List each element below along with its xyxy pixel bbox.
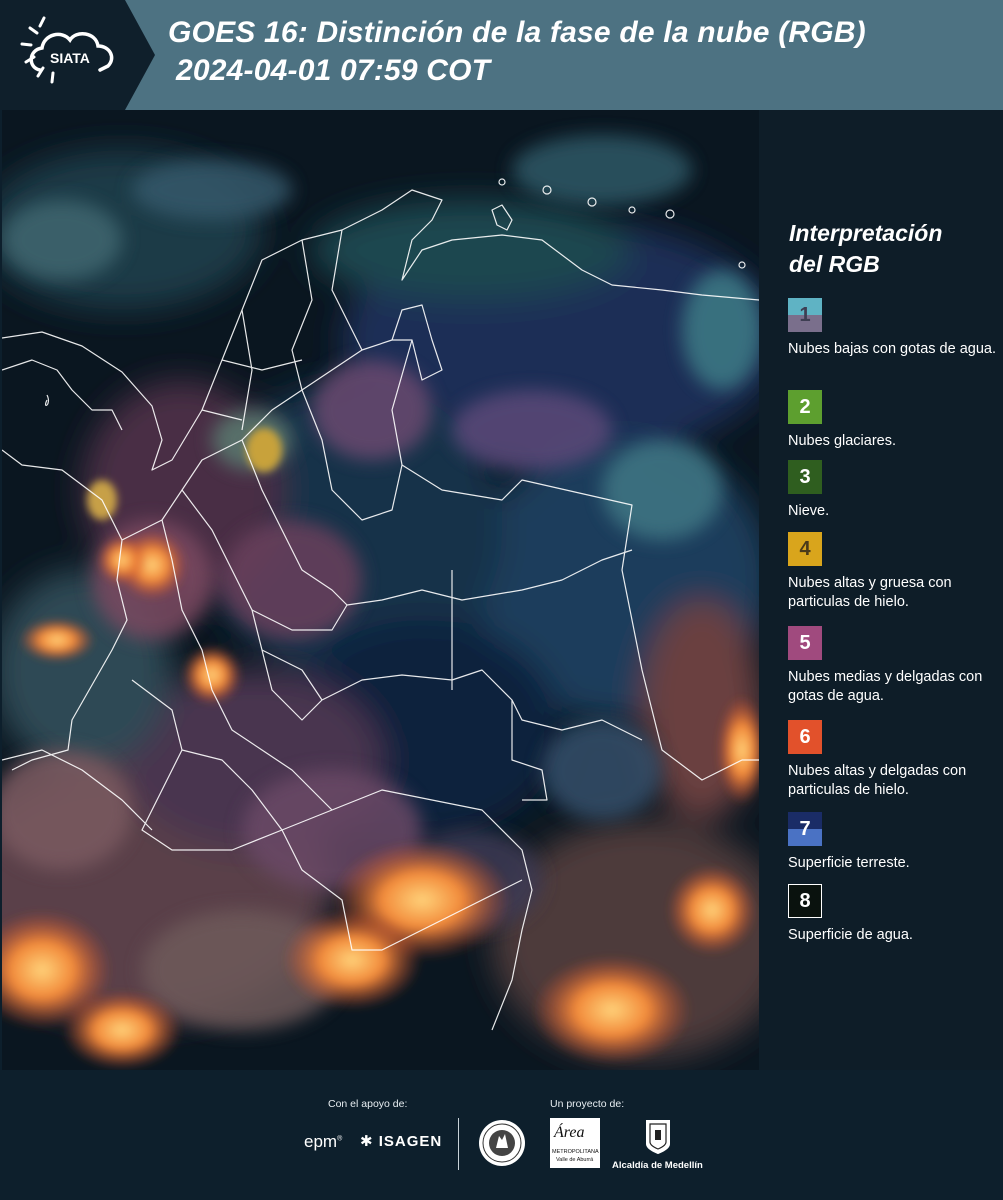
satellite-map	[2, 110, 759, 1070]
legend-label: Nubes bajas con gotas de agua.	[788, 341, 996, 357]
satellite-rgb-image	[2, 110, 759, 1070]
legend-item: 1 Nubes bajas con gotas de agua.	[788, 298, 998, 390]
legend-label: Nubes glaciares.	[788, 433, 896, 449]
legend-swatch-1: 1	[788, 298, 822, 332]
legend-swatch-7: 7	[788, 812, 822, 846]
legend-item: 2 Nubes glaciares.	[788, 390, 998, 460]
legend-item: 7 Superficie terreste.	[788, 812, 998, 884]
legend-number: 4	[799, 537, 811, 560]
footer: Con el apoyo de: Un proyecto de: epm® ✱ …	[0, 1070, 1003, 1200]
legend-item: 5 Nubes medias y delgadas con gotas de a…	[788, 626, 998, 720]
legend-swatch-3: 3	[788, 460, 822, 494]
alcaldia-shield-icon	[646, 1120, 670, 1154]
legend-number: 7	[799, 817, 811, 840]
siata-logo-icon: SIATA	[0, 0, 155, 110]
legend-label: Nubes altas y gruesa con particulas de h…	[788, 575, 952, 610]
legend-panel: Interpretación del RGB 1 Nubes bajas con…	[759, 110, 1003, 1070]
svg-text:SIATA: SIATA	[50, 50, 90, 66]
legend-title-line-2: del RGB	[789, 251, 880, 277]
legend-list: 1 Nubes bajas con gotas de agua. 2 Nubes…	[788, 298, 998, 954]
epm-logo: epm®	[304, 1132, 343, 1151]
title-line-1: GOES 16: Distinción de la fase de la nub…	[168, 16, 866, 49]
title-line-2: 2024-04-01 07:59 COT	[176, 54, 491, 87]
legend-label: Nieve.	[788, 503, 830, 519]
isagen-logo: ✱ ISAGEN	[360, 1132, 442, 1150]
legend-item: 6 Nubes altas y delgadas con particulas …	[788, 720, 998, 812]
legend-title-line-1: Interpretación	[789, 220, 943, 246]
page-title: GOES 16: Distinción de la fase de la nub…	[168, 14, 988, 90]
header-bar: SIATA GOES 16: Distinción de la fase de …	[0, 0, 1003, 110]
legend-item: 8 Superficie de agua.	[788, 884, 998, 954]
legend-number: 2	[799, 395, 811, 418]
isagen-logo-text: ISAGEN	[378, 1133, 443, 1150]
isagen-star-icon: ✱	[360, 1133, 374, 1150]
legend-number: 6	[799, 725, 811, 748]
legend-swatch-5: 5	[788, 626, 822, 660]
area-logo-text: Área	[554, 1124, 585, 1141]
alcaldia-text: Alcaldía de Medellín	[612, 1160, 703, 1171]
area-metropolitana-logo: Área METROPOLITANA Valle de Aburrá	[550, 1118, 600, 1168]
area-logo-sub2: Valle de Aburrá	[556, 1157, 594, 1163]
area-logo-sub1: METROPOLITANA	[552, 1149, 599, 1155]
legend-title: Interpretación del RGB	[789, 218, 989, 280]
legend-number: 3	[799, 465, 811, 488]
seal-logo-icon	[479, 1120, 525, 1166]
project-label: Un proyecto de:	[550, 1098, 625, 1110]
legend-swatch-6: 6	[788, 720, 822, 754]
legend-item: 3 Nieve.	[788, 460, 998, 532]
epm-logo-text: epm	[304, 1132, 338, 1151]
legend-number: 1	[799, 303, 811, 326]
legend-swatch-4: 4	[788, 532, 822, 566]
footer-divider	[458, 1118, 459, 1170]
legend-label: Superficie terreste.	[788, 855, 910, 871]
legend-swatch-2: 2	[788, 390, 822, 424]
legend-label: Superficie de agua.	[788, 927, 913, 943]
legend-label: Nubes medias y delgadas con gotas de agu…	[788, 669, 983, 704]
legend-number: 8	[799, 889, 811, 912]
legend-swatch-8: 8	[788, 884, 822, 918]
legend-item: 4 Nubes altas y gruesa con particulas de…	[788, 532, 998, 626]
legend-label: Nubes altas y delgadas con particulas de…	[788, 763, 967, 798]
support-label: Con el apoyo de:	[328, 1098, 408, 1110]
legend-number: 5	[799, 631, 811, 654]
siata-logo: SIATA	[0, 0, 155, 110]
